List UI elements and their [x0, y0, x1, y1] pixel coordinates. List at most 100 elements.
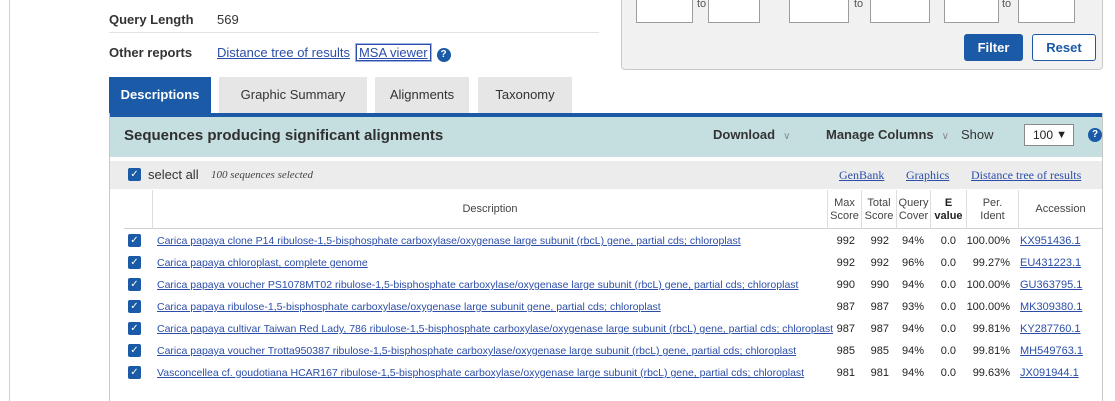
show-label: Show	[961, 127, 994, 142]
row-total-score: 987	[870, 301, 889, 313]
row-checkbox[interactable]: ✓	[128, 366, 141, 379]
row-description-link[interactable]: Vasconcellea cf. goudotiana HCAR167 ribu…	[157, 367, 804, 379]
row-query-cover: 94%	[901, 235, 924, 247]
row-per-ident: 99.81%	[972, 345, 1010, 357]
row-accession-link[interactable]: JX091944.1	[1020, 367, 1079, 379]
row-accession-link[interactable]: GU363795.1	[1020, 279, 1082, 291]
table-row: ✓ Carica papaya chloroplast, complete gen…	[124, 253, 1102, 275]
row-checkbox[interactable]: ✓	[128, 256, 141, 269]
results-header: Sequences producing significant alignmen…	[110, 113, 1102, 157]
filter-min-input-1[interactable]	[636, 0, 693, 23]
row-query-cover: 96%	[901, 257, 924, 269]
row-description-link[interactable]: Carica papaya voucher PS1078MT02 ribulos…	[157, 279, 798, 291]
tab-alignments[interactable]: Alignments	[375, 77, 469, 113]
row-description-link[interactable]: Carica papaya cultivar Taiwan Red Lady, …	[157, 323, 833, 335]
row-total-score: 981	[870, 367, 889, 379]
row-accession-link[interactable]: MH549763.1	[1020, 345, 1083, 357]
row-query-cover: 94%	[901, 367, 924, 379]
row-max-score: 987	[836, 323, 855, 335]
col-e-value[interactable]: Evalue	[930, 190, 966, 229]
row-description-link[interactable]: Carica papaya ribulose-1,5-bisphosphate …	[157, 301, 661, 313]
row-description-link[interactable]: Carica papaya chloroplast, complete geno…	[157, 257, 368, 269]
col-per-ident[interactable]: Per. Ident	[966, 190, 1018, 229]
row-accession-link[interactable]: KX951436.1	[1020, 235, 1081, 247]
row-description-link[interactable]: Carica papaya voucher Trotta950387 ribul…	[157, 345, 796, 357]
row-checkbox[interactable]: ✓	[128, 234, 141, 247]
row-accession-link[interactable]: MK309380.1	[1020, 301, 1082, 313]
help-icon[interactable]: ?	[1088, 128, 1102, 142]
tab-taxonomy[interactable]: Taxonomy	[478, 77, 572, 113]
manage-columns-menu[interactable]: Manage Columns ∨	[826, 127, 949, 142]
row-accession-link[interactable]: KY287760.1	[1020, 323, 1081, 335]
filter-min-input-3[interactable]	[944, 0, 999, 23]
col-total-score-line2: Score	[864, 209, 894, 222]
reset-button[interactable]: Reset	[1032, 34, 1096, 61]
tab-descriptions[interactable]: Descriptions	[109, 77, 211, 113]
row-query-cover: 93%	[901, 301, 924, 313]
col-e-value-line1: E	[944, 196, 953, 209]
row-per-ident: 100.00%	[966, 301, 1010, 313]
filter-button[interactable]: Filter	[964, 34, 1023, 61]
col-total-score-line1: Total	[867, 196, 891, 209]
tab-graphic-summary[interactable]: Graphic Summary	[219, 77, 367, 113]
filter-max-input-3[interactable]	[1018, 0, 1075, 23]
filter-max-input-2[interactable]	[870, 0, 930, 23]
distance-tree-link[interactable]: Distance tree of results	[217, 45, 350, 60]
row-checkbox[interactable]: ✓	[128, 322, 141, 335]
row-checkbox[interactable]: ✓	[128, 300, 141, 313]
row-max-score: 990	[836, 279, 855, 291]
row-max-score: 987	[836, 301, 855, 313]
query-length-value: 569	[217, 12, 239, 27]
row-total-score: 985	[870, 345, 889, 357]
filter-max-input-1[interactable]	[708, 0, 760, 23]
query-length-row: Query Length 569	[109, 0, 599, 33]
show-count-select[interactable]: 100 ▼	[1024, 124, 1074, 146]
row-total-score: 990	[870, 279, 889, 291]
col-query-cover[interactable]: Query Cover	[896, 190, 930, 229]
genbank-link[interactable]: GenBank	[839, 168, 884, 183]
row-max-score: 981	[836, 367, 855, 379]
row-checkbox[interactable]: ✓	[128, 344, 141, 357]
col-description[interactable]: Description	[152, 190, 827, 229]
msa-viewer-link[interactable]: MSA viewer	[354, 43, 432, 62]
row-query-cover: 94%	[901, 323, 924, 335]
filter-min-input-2[interactable]	[789, 0, 849, 23]
col-max-score[interactable]: Max Score	[827, 190, 861, 229]
row-e-value: 0.0	[940, 257, 956, 269]
row-e-value: 0.0	[940, 279, 956, 291]
help-icon[interactable]: ?	[436, 48, 451, 62]
table-row: ✓ Carica papaya cultivar Taiwan Red Lady,…	[124, 319, 1102, 341]
row-e-value: 0.0	[940, 367, 956, 379]
results-title: Sequences producing significant alignmen…	[124, 127, 444, 144]
download-label: Download	[713, 127, 776, 142]
col-e-value-line2: value	[934, 209, 963, 222]
row-accession-link[interactable]: EU431223.1	[1020, 257, 1081, 269]
row-per-ident: 99.81%	[972, 323, 1010, 335]
row-total-score: 987	[870, 323, 889, 335]
row-per-ident: 99.27%	[972, 257, 1010, 269]
graphics-link[interactable]: Graphics	[906, 168, 949, 183]
row-description-link[interactable]: Carica papaya clone P14 ribulose-1,5-bis…	[157, 235, 741, 247]
table-row: ✓ Carica papaya clone P14 ribulose-1,5-bi…	[124, 231, 1102, 253]
row-checkbox[interactable]: ✓	[128, 278, 141, 291]
row-per-ident: 100.00%	[966, 279, 1010, 291]
download-menu[interactable]: Download ∨	[713, 127, 790, 142]
col-query-cover-line1: Query	[898, 196, 929, 209]
table-header: Description Max Score Total Score Query Cov…	[124, 190, 1102, 229]
row-e-value: 0.0	[940, 235, 956, 247]
row-e-value: 0.0	[940, 345, 956, 357]
col-total-score[interactable]: Total Score	[861, 190, 896, 229]
col-query-cover-line2: Cover	[898, 209, 929, 222]
caret-down-icon: ▼	[1056, 129, 1067, 141]
row-per-ident: 100.00%	[966, 235, 1010, 247]
table-row: ✓ Carica papaya voucher PS1078MT02 ribulo…	[124, 275, 1102, 297]
to-label-2: to	[854, 0, 864, 10]
selected-count-note: 100 sequences selected	[211, 169, 314, 181]
select-all-checkbox[interactable]: ✓	[128, 168, 141, 181]
col-accession[interactable]: Accession	[1018, 190, 1102, 229]
row-per-ident: 99.63%	[972, 367, 1010, 379]
to-label-3: to	[1002, 0, 1012, 10]
select-all-label[interactable]: select all	[148, 167, 199, 182]
distance-tree-results-link[interactable]: Distance tree of results	[971, 168, 1081, 183]
query-info: Query Length 569 Other reports Distance …	[109, 0, 599, 66]
